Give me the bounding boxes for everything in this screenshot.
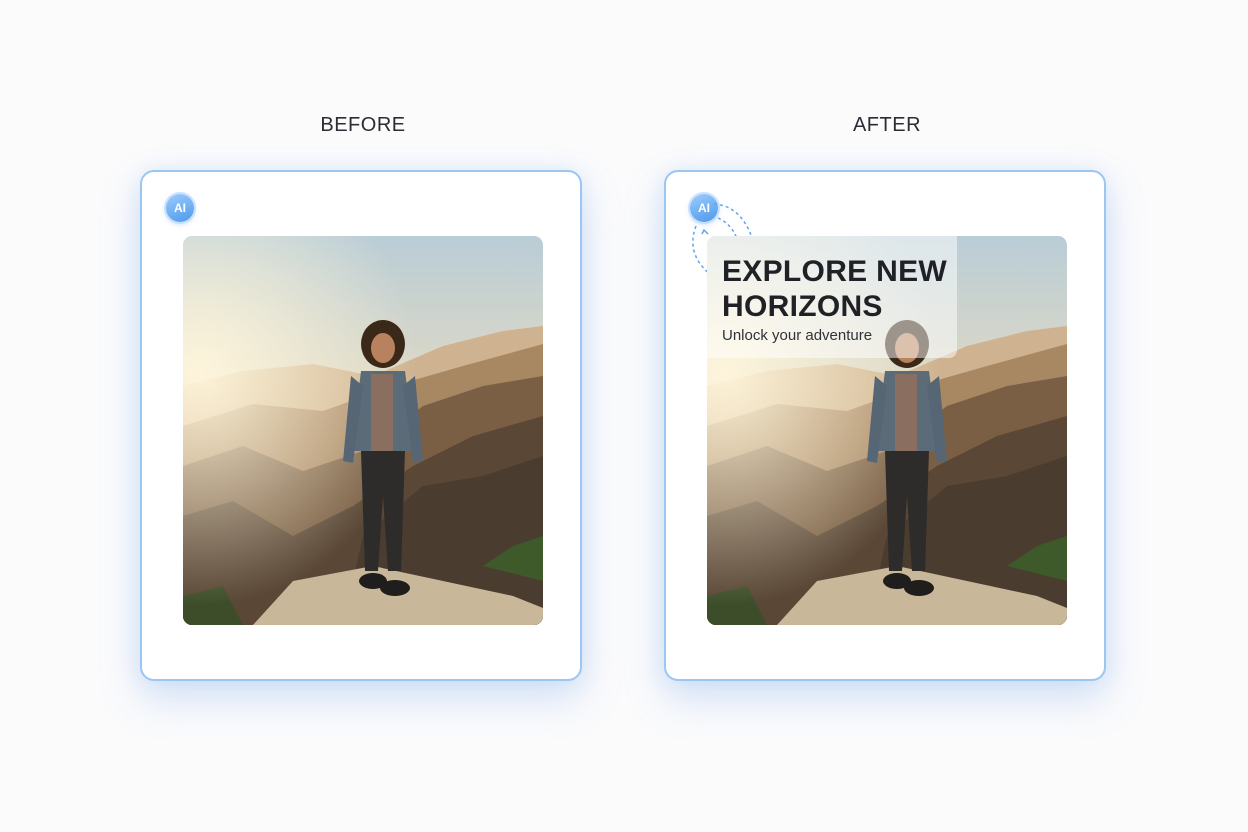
before-label: BEFORE	[320, 114, 406, 136]
after-photo: EXPLORE NEW HORIZONS Unlock your adventu…	[707, 236, 1067, 625]
hiker-photo-image	[183, 236, 543, 625]
before-card: AI	[140, 170, 582, 681]
before-photo	[183, 236, 543, 625]
after-label: AFTER	[852, 114, 922, 136]
ai-icon-label: AI	[174, 201, 186, 215]
text-overlay-panel: EXPLORE NEW HORIZONS Unlock your adventu…	[707, 236, 957, 358]
overlay-headline: EXPLORE NEW HORIZONS	[722, 255, 947, 323]
ai-icon: AI	[166, 194, 194, 222]
overlay-subline: Unlock your adventure	[722, 327, 873, 344]
after-card: AI EXPLORE NEW HORIZONS Unlock your adve…	[664, 170, 1106, 681]
